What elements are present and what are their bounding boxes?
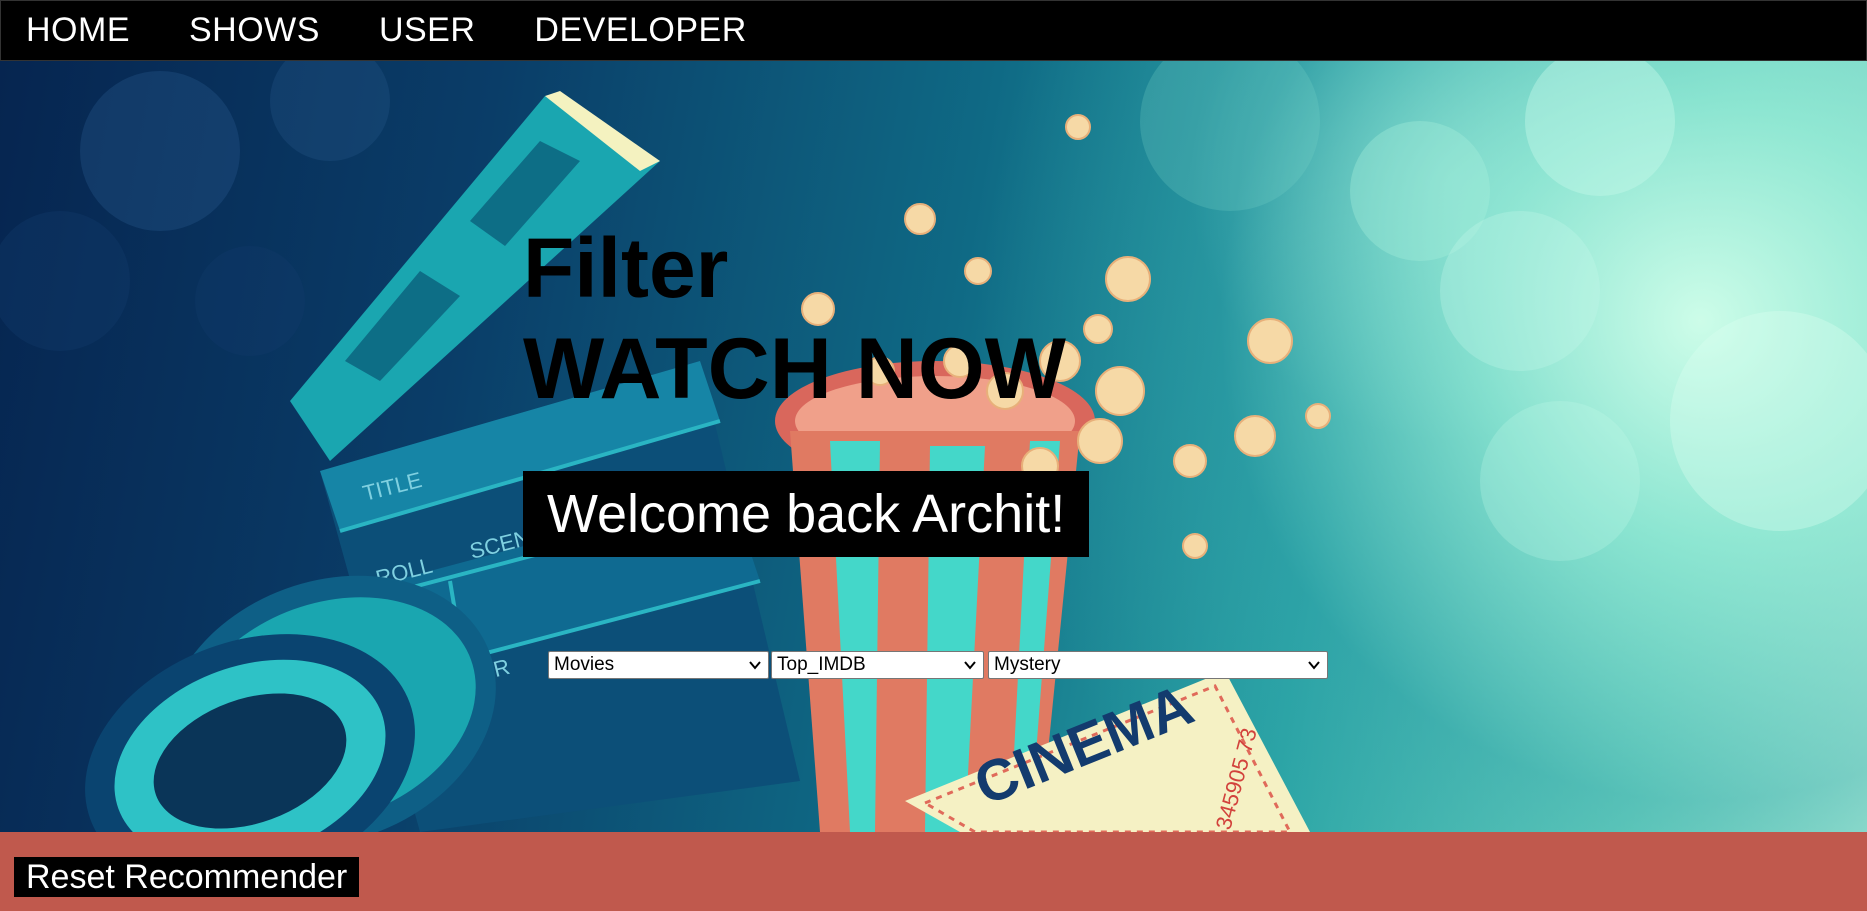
nav-developer[interactable]: DEVELOPER (534, 11, 746, 50)
list-select[interactable]: Top_IMDB (771, 651, 984, 679)
reset-recommender-button[interactable]: Reset Recommender (14, 857, 360, 897)
chevron-down-icon (964, 661, 976, 670)
chevron-down-icon (749, 661, 761, 670)
hero-banner: TITLE ROLL SCENE DIRECTOR (0, 61, 1867, 832)
genre-select-value: Mystery (994, 654, 1061, 675)
type-select[interactable]: Movies (548, 651, 769, 679)
page-subtitle: WATCH NOW (523, 321, 1066, 417)
welcome-banner: Welcome back Archit! (523, 471, 1090, 557)
nav-user[interactable]: USER (379, 11, 475, 50)
type-select-value: Movies (554, 654, 615, 675)
cinema-illustration: TITLE ROLL SCENE DIRECTOR (0, 61, 1867, 832)
chevron-down-icon (1308, 661, 1320, 670)
list-select-value: Top_IMDB (777, 654, 866, 675)
nav-home[interactable]: HOME (26, 11, 130, 50)
nav-shows[interactable]: SHOWS (189, 11, 320, 50)
genre-select[interactable]: Mystery (988, 651, 1328, 679)
top-navbar: HOME SHOWS USER DEVELOPER (0, 0, 1867, 61)
page-title: Filter (523, 221, 729, 315)
